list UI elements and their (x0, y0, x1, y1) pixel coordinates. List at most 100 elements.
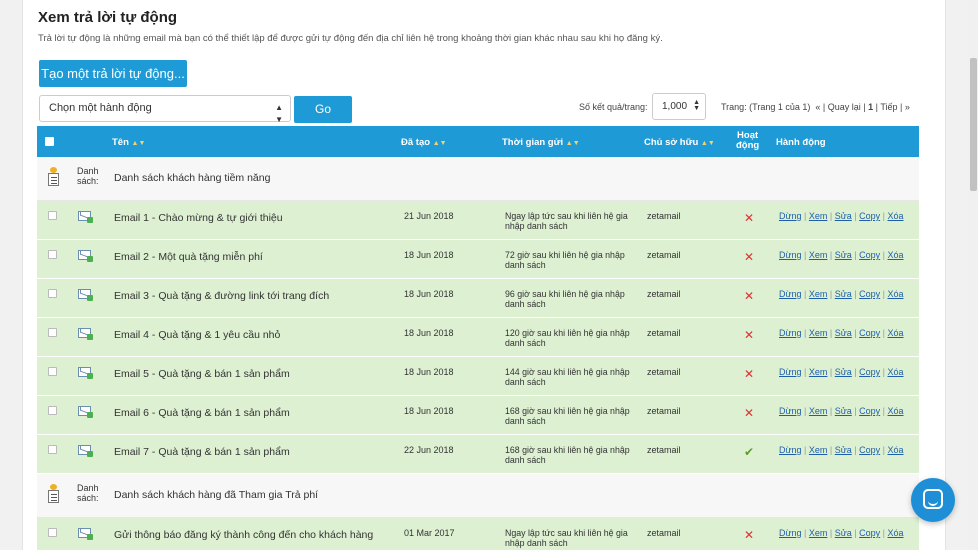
action-edit-link[interactable]: Sửa (835, 250, 852, 260)
action-view-link[interactable]: Xem (809, 211, 828, 221)
action-edit-link[interactable]: Sửa (835, 328, 852, 338)
email-icon (78, 328, 93, 340)
action-delete-link[interactable]: Xóa (888, 328, 904, 338)
action-copy-link[interactable]: Copy (859, 289, 880, 299)
go-button[interactable]: Go (294, 96, 352, 123)
action-copy-link[interactable]: Copy (859, 445, 880, 455)
row-checkbox[interactable] (48, 445, 57, 454)
table-row: Email 7 - Quà tặng & bán 1 sản phẩm 22 Ju… (37, 435, 919, 474)
row-checkbox[interactable] (48, 211, 57, 220)
row-name: Email 1 - Chào mừng & tự giới thiệu (114, 212, 283, 224)
list-group-row: Danh sách: Danh sách khách hàng tiềm năng (37, 157, 919, 201)
inactive-cross-icon[interactable]: ✕ (744, 328, 754, 342)
action-copy-link[interactable]: Copy (859, 406, 880, 416)
row-actions: Dừng | Xem | Sửa | Copy | Xóa (779, 406, 904, 416)
list-label: Danh sách: (77, 166, 99, 186)
pager-back-link[interactable]: « | Quay lại | (815, 102, 865, 112)
inactive-cross-icon[interactable]: ✕ (744, 250, 754, 264)
row-name: Gửi thông báo đăng ký thành công đến cho… (114, 529, 374, 541)
action-delete-link[interactable]: Xóa (888, 406, 904, 416)
list-icon (47, 167, 59, 187)
list-group-row: Danh sách: Danh sách khách hàng đã Tham gi… (37, 474, 919, 518)
action-delete-link[interactable]: Xóa (888, 289, 904, 299)
action-view-link[interactable]: Xem (809, 250, 828, 260)
action-delete-link[interactable]: Xóa (888, 250, 904, 260)
inactive-cross-icon[interactable]: ✕ (744, 367, 754, 381)
action-delete-link[interactable]: Xóa (888, 367, 904, 377)
pager-next-link[interactable]: | Tiếp | » (876, 102, 910, 112)
row-owner: zetamail (647, 445, 681, 455)
action-stop-link[interactable]: Dừng (779, 367, 802, 377)
action-copy-link[interactable]: Copy (859, 367, 880, 377)
row-checkbox[interactable] (48, 328, 57, 337)
inactive-cross-icon[interactable]: ✕ (744, 289, 754, 303)
action-stop-link[interactable]: Dừng (779, 406, 802, 416)
row-checkbox[interactable] (48, 367, 57, 376)
action-edit-link[interactable]: Sửa (835, 528, 852, 538)
action-stop-link[interactable]: Dừng (779, 250, 802, 260)
row-name: Email 6 - Quà tặng & bán 1 sản phẩm (114, 407, 290, 419)
page-scrollbar[interactable] (968, 0, 978, 550)
table-row: Email 3 - Quà tặng & đường link tới tran… (37, 279, 919, 318)
action-view-link[interactable]: Xem (809, 528, 828, 538)
select-all-checkbox[interactable] (45, 137, 54, 146)
action-delete-link[interactable]: Xóa (888, 211, 904, 221)
row-checkbox[interactable] (48, 406, 57, 415)
inactive-cross-icon[interactable]: ✕ (744, 528, 754, 542)
col-send-time[interactable]: Thời gian gửi ▲▼ (502, 137, 580, 148)
table-row: Email 5 - Quà tặng & bán 1 sản phẩm 18 Ju… (37, 357, 919, 396)
action-stop-link[interactable]: Dừng (779, 211, 802, 221)
action-copy-link[interactable]: Copy (859, 250, 880, 260)
row-checkbox[interactable] (48, 289, 57, 298)
scrollbar-thumb[interactable] (970, 58, 977, 191)
action-stop-link[interactable]: Dừng (779, 328, 802, 338)
perpage-caret-icon: ▲ ▼ (693, 99, 700, 112)
row-checkbox[interactable] (48, 528, 57, 537)
action-stop-link[interactable]: Dừng (779, 445, 802, 455)
action-edit-link[interactable]: Sửa (835, 289, 852, 299)
inactive-cross-icon[interactable]: ✕ (744, 406, 754, 420)
page-intro: Trả lời tự động là những email mà bạn có… (38, 33, 663, 44)
create-autoresponder-button[interactable]: Tạo một trả lời tự động... (39, 60, 187, 87)
inactive-cross-icon[interactable]: ✕ (744, 211, 754, 225)
sort-icon: ▲▼ (565, 140, 580, 147)
action-delete-link[interactable]: Xóa (888, 445, 904, 455)
action-edit-link[interactable]: Sửa (835, 406, 852, 416)
row-created: 18 Jun 2018 (404, 406, 454, 416)
row-actions: Dừng | Xem | Sửa | Copy | Xóa (779, 445, 904, 455)
row-checkbox[interactable] (48, 250, 57, 259)
chat-launcher-button[interactable] (911, 478, 955, 522)
action-copy-link[interactable]: Copy (859, 211, 880, 221)
action-copy-link[interactable]: Copy (859, 528, 880, 538)
list-icon (47, 484, 59, 504)
row-created: 22 Jun 2018 (404, 445, 454, 455)
action-edit-link[interactable]: Sửa (835, 367, 852, 377)
row-actions: Dừng | Xem | Sửa | Copy | Xóa (779, 528, 904, 538)
action-view-link[interactable]: Xem (809, 445, 828, 455)
list-label: Danh sách: (77, 483, 99, 503)
action-view-link[interactable]: Xem (809, 289, 828, 299)
action-delete-link[interactable]: Xóa (888, 528, 904, 538)
row-created: 18 Jun 2018 (404, 250, 454, 260)
select-caret-icon: ▲ ▼ (275, 103, 283, 124)
row-actions: Dừng | Xem | Sửa | Copy | Xóa (779, 211, 904, 221)
action-view-link[interactable]: Xem (809, 328, 828, 338)
col-created[interactable]: Đã tạo ▲▼ (401, 137, 447, 148)
col-owner[interactable]: Chủ sở hữu ▲▼ (644, 137, 715, 148)
active-check-icon[interactable]: ✔ (744, 445, 754, 459)
row-name: Email 4 - Quà tặng & 1 yêu cầu nhỏ (114, 329, 281, 341)
action-select[interactable]: Chọn một hành động ▲ ▼ (39, 95, 291, 124)
action-view-link[interactable]: Xem (809, 367, 828, 377)
action-stop-link[interactable]: Dừng (779, 528, 802, 538)
action-copy-link[interactable]: Copy (859, 328, 880, 338)
action-stop-link[interactable]: Dừng (779, 289, 802, 299)
action-edit-link[interactable]: Sửa (835, 445, 852, 455)
action-view-link[interactable]: Xem (809, 406, 828, 416)
row-created: 18 Jun 2018 (404, 289, 454, 299)
row-name: Email 3 - Quà tặng & đường link tới tran… (114, 290, 330, 302)
col-name[interactable]: Tên ▲▼ (112, 137, 145, 148)
row-owner: zetamail (647, 328, 681, 338)
action-edit-link[interactable]: Sửa (835, 211, 852, 221)
table-row: Email 6 - Quà tặng & bán 1 sản phẩm 18 Ju… (37, 396, 919, 435)
perpage-select[interactable]: 1,000 ▲ ▼ (652, 93, 706, 120)
